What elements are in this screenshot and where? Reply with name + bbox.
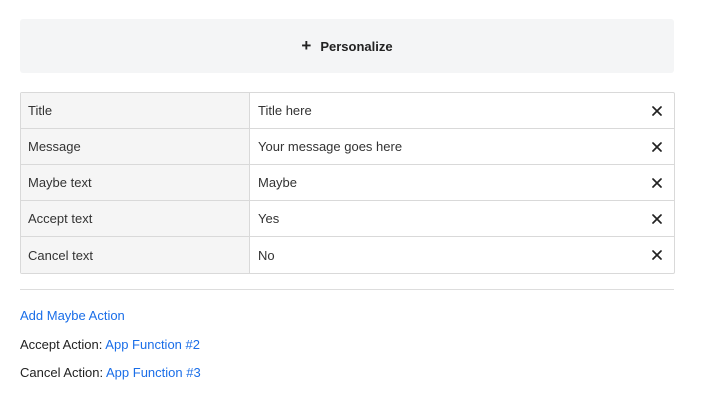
add-maybe-action-link[interactable]: Add Maybe Action <box>20 308 125 323</box>
field-value-text[interactable]: No <box>258 248 644 263</box>
field-row-cancel-text: Cancel text No <box>21 237 674 273</box>
field-label: Maybe text <box>21 165 250 200</box>
field-row-title: Title Title here <box>21 93 674 129</box>
accept-action-line: Accept Action: App Function #2 <box>20 337 200 352</box>
fields-table: Title Title here Message Your message go… <box>20 92 675 274</box>
field-label: Accept text <box>21 201 250 236</box>
field-value-text[interactable]: Maybe <box>258 175 644 190</box>
personalize-button[interactable]: + Personalize <box>20 19 674 73</box>
close-icon[interactable] <box>644 130 670 164</box>
field-value-text[interactable]: Yes <box>258 211 644 226</box>
field-value-text[interactable]: Title here <box>258 103 644 118</box>
close-icon[interactable] <box>644 238 670 272</box>
cancel-action-line: Cancel Action: App Function #3 <box>20 365 201 380</box>
field-label: Message <box>21 129 250 164</box>
title-field[interactable]: Title here <box>250 93 674 128</box>
field-label: Title <box>21 93 250 128</box>
cancel-text-field[interactable]: No <box>250 237 674 273</box>
cancel-action-link[interactable]: App Function #3 <box>106 365 201 380</box>
field-label: Cancel text <box>21 237 250 273</box>
plus-icon: + <box>301 35 312 55</box>
accept-action-link[interactable]: App Function #2 <box>105 337 200 352</box>
close-icon[interactable] <box>644 202 670 236</box>
accept-action-label: Accept Action: <box>20 337 103 352</box>
field-value-text[interactable]: Your message goes here <box>258 139 644 154</box>
personalize-label: Personalize <box>320 38 393 54</box>
divider <box>20 289 674 290</box>
field-row-accept-text: Accept text Yes <box>21 201 674 237</box>
accept-text-field[interactable]: Yes <box>250 201 674 236</box>
message-field[interactable]: Your message goes here <box>250 129 674 164</box>
close-icon[interactable] <box>644 166 670 200</box>
field-row-maybe-text: Maybe text Maybe <box>21 165 674 201</box>
close-icon[interactable] <box>644 94 670 128</box>
field-row-message: Message Your message goes here <box>21 129 674 165</box>
maybe-text-field[interactable]: Maybe <box>250 165 674 200</box>
cancel-action-label: Cancel Action: <box>20 365 104 380</box>
